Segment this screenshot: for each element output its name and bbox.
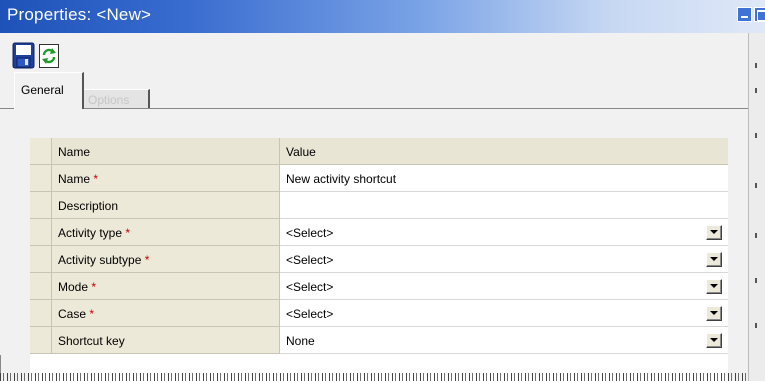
row-gutter — [30, 138, 52, 165]
right-strip — [748, 33, 765, 381]
tab-options[interactable]: Options — [84, 89, 150, 109]
tab-general-label: General — [21, 83, 64, 97]
property-label: Activity type * — [52, 219, 280, 246]
header-name: Name — [52, 138, 280, 165]
required-marker: * — [93, 172, 99, 186]
maximize-button[interactable] — [754, 7, 765, 22]
dropdown-button-activity-type[interactable] — [706, 225, 722, 240]
required-marker: * — [91, 280, 97, 294]
property-label: Activity subtype * — [52, 246, 280, 273]
row-gutter — [30, 273, 52, 300]
bottom-artifact-band — [0, 373, 748, 381]
activity-subtype-select[interactable]: <Select> — [280, 246, 728, 273]
window-title: Properties: <New> — [7, 5, 152, 24]
save-button[interactable] — [12, 42, 35, 69]
dropdown-button-shortcut-key[interactable] — [706, 333, 722, 348]
case-select[interactable]: <Select> — [280, 300, 728, 327]
row-name: Name * New activity shortcut — [30, 165, 728, 192]
row-gutter — [30, 192, 52, 219]
property-label: Name * — [52, 165, 280, 192]
title-bar: Properties: <New> — [0, 0, 765, 33]
dropdown-button-mode[interactable] — [706, 279, 722, 294]
header-value: Value — [280, 138, 728, 165]
grid-header-row: Name Value — [30, 138, 728, 165]
row-gutter — [30, 327, 52, 354]
property-label: Case * — [52, 300, 280, 327]
minimize-button[interactable] — [737, 7, 752, 22]
row-mode: Mode * <Select> — [30, 273, 728, 300]
row-activity-subtype: Activity subtype * <Select> — [30, 246, 728, 273]
required-marker: * — [144, 253, 150, 267]
tab-options-label: Options — [88, 93, 130, 107]
dropdown-button-case[interactable] — [706, 306, 722, 321]
shortcut-key-select[interactable]: None — [280, 327, 728, 354]
activity-type-select[interactable]: <Select> — [280, 219, 728, 246]
row-gutter — [30, 165, 52, 192]
property-label: Shortcut key — [52, 327, 280, 354]
save-icon — [12, 42, 35, 69]
left-edge — [0, 355, 1, 373]
required-marker: * — [125, 226, 131, 240]
row-gutter — [30, 246, 52, 273]
property-label: Description — [52, 192, 280, 219]
tab-general[interactable]: General — [14, 72, 84, 109]
row-description: Description — [30, 192, 728, 219]
row-activity-type: Activity type * <Select> — [30, 219, 728, 246]
description-field[interactable] — [280, 192, 728, 219]
refresh-icon — [39, 44, 59, 68]
row-shortcut-key: Shortcut key None — [30, 327, 728, 354]
row-gutter — [30, 300, 52, 327]
row-gutter — [30, 219, 52, 246]
property-label: Mode * — [52, 273, 280, 300]
name-field[interactable]: New activity shortcut — [280, 165, 728, 192]
dropdown-button-activity-subtype[interactable] — [706, 252, 722, 267]
mode-select[interactable]: <Select> — [280, 273, 728, 300]
required-marker: * — [89, 307, 95, 321]
row-case: Case * <Select> — [30, 300, 728, 327]
refresh-button[interactable] — [39, 44, 59, 68]
